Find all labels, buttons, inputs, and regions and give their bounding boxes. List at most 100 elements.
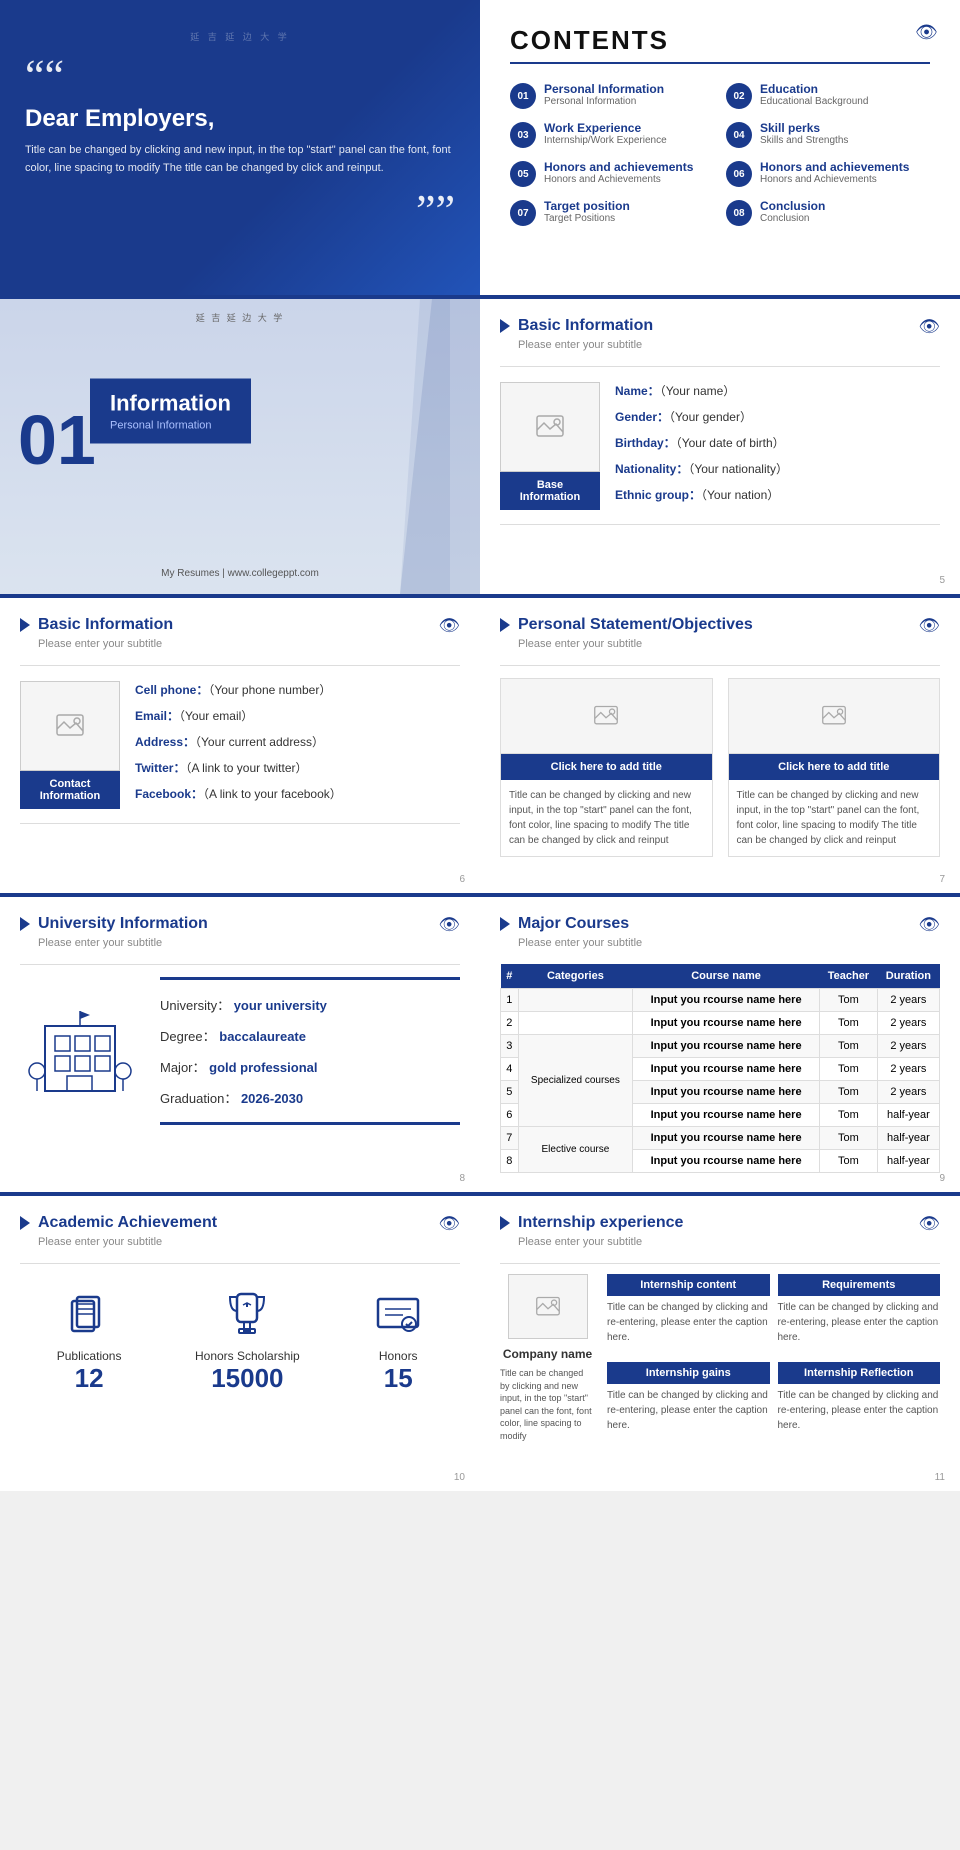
table-row: 1Input you rcourse name hereTom2 years — [501, 989, 940, 1012]
internship-box: Internship content Title can be changed … — [607, 1274, 770, 1354]
info-slide-subtitle: Personal Information — [110, 420, 231, 432]
contents-item: 02 Education Educational Background — [726, 82, 930, 109]
info-slide-website: My Resumes | www.collegeppt.com — [0, 568, 480, 579]
intern-box-content: Title can be changed by clicking and re-… — [607, 1300, 770, 1345]
eye-icon-uni: 👁 — [438, 915, 460, 935]
course-name-cell: Input you rcourse name here — [633, 1150, 820, 1173]
statement-card-text: Title can be changed by clicking and new… — [729, 780, 940, 856]
course-col-header: Course name — [633, 964, 820, 989]
contents-item: 04 Skill perks Skills and Strengths — [726, 121, 930, 148]
statement-cards-grid: Click here to add title Title can be cha… — [500, 678, 940, 857]
statement-card: Click here to add title Title can be cha… — [728, 678, 941, 857]
info-slide-title[interactable]: Information — [110, 391, 231, 417]
internship-content: Company name Title can be changed by cli… — [500, 1274, 940, 1443]
contents-item: 07 Target position Target Positions — [510, 199, 714, 226]
internship-photo — [508, 1274, 588, 1339]
basic-info-header: Basic Information — [500, 317, 940, 335]
internship-header: Internship experience — [500, 1214, 940, 1232]
contents-item-title: Conclusion — [760, 199, 825, 213]
course-num-cell: 5 — [501, 1081, 519, 1104]
achievement-icon-wrapper — [195, 1289, 300, 1339]
internship-subtitle: Please enter your subtitle — [518, 1236, 940, 1248]
courses-title: Major Courses — [518, 915, 629, 933]
internship-box: Requirements Title can be changed by cli… — [778, 1274, 941, 1354]
eye-icon-basic: 👁 — [918, 317, 940, 337]
uni-field-label: Graduation： — [160, 1091, 237, 1106]
contents-panel: CONTENTS 👁 01 Personal Information Perso… — [480, 0, 960, 295]
divider-basic — [500, 366, 940, 367]
page-number-statement: 7 — [939, 874, 945, 885]
cover-title[interactable]: Dear Employers, — [25, 105, 455, 133]
cover-panel: 延 吉 延 边 大 学 ““ Dear Employers, Title can… — [0, 0, 480, 295]
internship-boxes: Internship content Title can be changed … — [607, 1274, 940, 1443]
internship-box: Internship gains Title can be changed by… — [607, 1362, 770, 1442]
course-teacher-cell: Tom — [820, 1058, 878, 1081]
achievement-header: Academic Achievement — [20, 1214, 460, 1232]
eye-icon-statement: 👁 — [918, 616, 940, 636]
internship-box: Internship Reflection Title can be chang… — [778, 1362, 941, 1442]
courses-panel: Major Courses Please enter your subtitle… — [480, 897, 960, 1192]
contents-num: 03 — [510, 122, 536, 148]
contents-item-sub: Target Positions — [544, 213, 630, 224]
table-row: 2Input you rcourse name hereTom2 years — [501, 1012, 940, 1035]
section-arrow-courses-icon — [500, 917, 510, 931]
divider-uni — [20, 964, 460, 965]
internship-panel: Internship experience Please enter your … — [480, 1196, 960, 1491]
course-duration-cell: 2 years — [877, 1035, 939, 1058]
contact-image-icon — [55, 711, 85, 741]
intern-box-title: Requirements — [778, 1274, 941, 1296]
achievement-label: Publications — [57, 1349, 122, 1363]
course-name-cell: Input you rcourse name here — [633, 989, 820, 1012]
basic-info-content: BaseInformation Name：（Your name）Gender：（… — [500, 382, 940, 512]
course-duration-cell: 2 years — [877, 1081, 939, 1104]
course-duration-cell: half-year — [877, 1104, 939, 1127]
uni-header: University Information — [20, 915, 460, 933]
contents-item-sub: Internship/Work Experience — [544, 135, 667, 146]
contents-item-sub: Conclusion — [760, 213, 825, 224]
basic-field-row: Gender：（Your gender） — [615, 408, 940, 425]
contents-title: CONTENTS — [510, 25, 930, 56]
basic-field-row: Name：（Your name） — [615, 382, 940, 399]
basic-info-title: Basic Information — [518, 317, 653, 335]
university-panel: University Information Please enter your… — [0, 897, 480, 1192]
course-duration-cell: half-year — [877, 1127, 939, 1150]
contents-item: 03 Work Experience Internship/Work Exper… — [510, 121, 714, 148]
statement-card-title[interactable]: Click here to add title — [729, 754, 940, 780]
contact-title: Basic Information — [38, 616, 173, 634]
contact-photo-label: ContactInformation — [20, 771, 120, 809]
contents-item-sub: Honors and Achievements — [760, 174, 909, 185]
uni-fields: University： your universityDegree： bacca… — [160, 977, 460, 1125]
course-col-header: # — [501, 964, 519, 989]
uni-building-icon — [20, 1001, 140, 1101]
achievement-title: Academic Achievement — [38, 1214, 217, 1232]
course-num-cell: 3 — [501, 1035, 519, 1058]
intern-box-content: Title can be changed by clicking and re-… — [778, 1388, 941, 1433]
field-label: Ethnic group： — [615, 488, 701, 502]
contents-divider — [510, 62, 930, 64]
contents-item: 08 Conclusion Conclusion — [726, 199, 930, 226]
divider-statement — [500, 665, 940, 666]
achievement-items: Publications 12 Honors Scholarship 15000… — [20, 1289, 460, 1394]
course-teacher-cell: Tom — [820, 1035, 878, 1058]
uni-field-row: University： your university — [160, 995, 460, 1014]
course-teacher-cell: Tom — [820, 1150, 878, 1173]
course-duration-cell: 2 years — [877, 1058, 939, 1081]
contact-photo-section: ContactInformation — [20, 681, 120, 811]
section-arrow-uni-icon — [20, 917, 30, 931]
statement-image-icon — [593, 703, 619, 729]
statement-card-title[interactable]: Click here to add title — [501, 754, 712, 780]
contents-item-sub: Honors and Achievements — [544, 174, 693, 185]
achievement-item: Honors Scholarship 15000 — [195, 1289, 300, 1394]
uni-field-row: Major： gold professional — [160, 1057, 460, 1076]
eye-icon-contact: 👁 — [438, 616, 460, 636]
achievement-label: Honors Scholarship — [195, 1349, 300, 1363]
course-num-cell: 6 — [501, 1104, 519, 1127]
uni-field-label: Degree： — [160, 1029, 216, 1044]
course-name-cell: Input you rcourse name here — [633, 1104, 820, 1127]
course-category-cell — [518, 989, 632, 1012]
contents-item-title: Skill perks — [760, 121, 848, 135]
uni-bottom-divider — [160, 1122, 460, 1125]
table-row: 3Specialized coursesInput you rcourse na… — [501, 1035, 940, 1058]
course-name-cell: Input you rcourse name here — [633, 1127, 820, 1150]
contents-item-title: Education — [760, 82, 868, 96]
